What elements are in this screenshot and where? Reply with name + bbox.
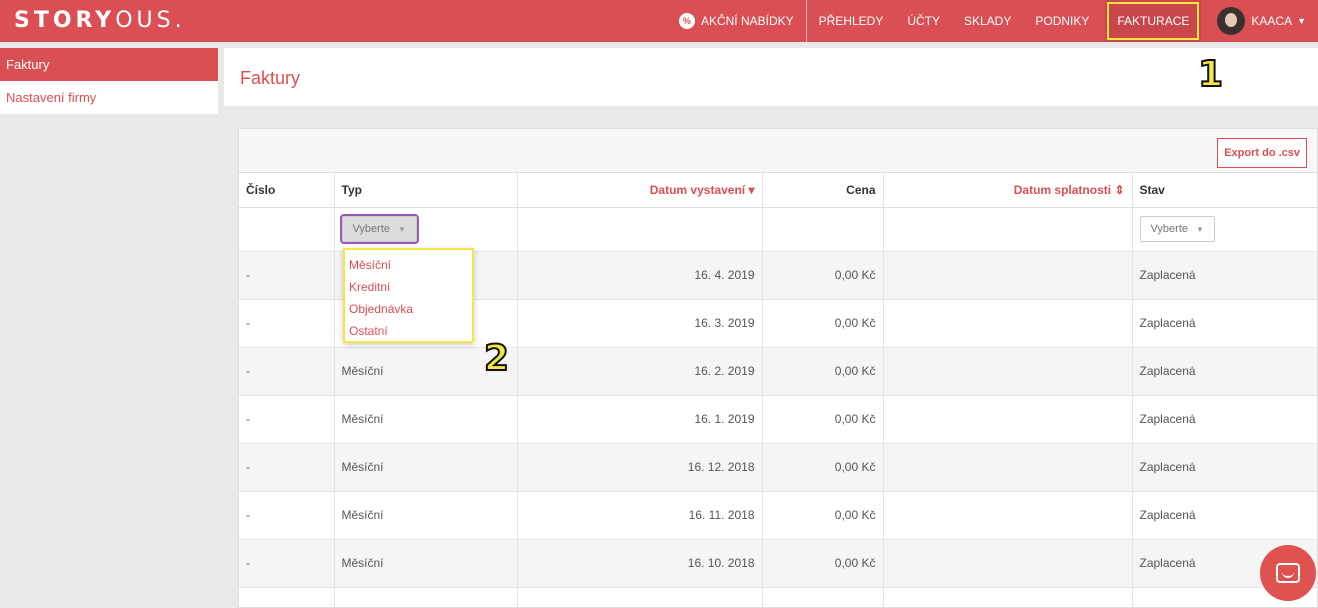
cell-number: - — [239, 299, 335, 348]
cell-issue-date: 16. 4. 2019 — [517, 251, 763, 300]
nav-stores[interactable]: SKLADY — [952, 0, 1023, 42]
table-row[interactable]: - Měsíční 16. 11. 2018 0,00 Kč Zaplacená — [239, 491, 1317, 540]
top-navbar: STORYOUS. % AKČNÍ NABÍDKY PŘEHLEDY ÚČTY … — [0, 0, 1318, 42]
cell-price: 0,00 Kč — [762, 491, 884, 540]
cell-status: Zaplacená — [1132, 347, 1317, 396]
invoices-panel: Export do .csv Číslo Typ Datum vystavení… — [238, 128, 1318, 608]
type-filter-select[interactable]: Vyberte ▼ — [339, 214, 419, 244]
cell-due-date — [883, 491, 1133, 540]
chat-icon — [1276, 563, 1300, 583]
table-row[interactable] — [239, 587, 1317, 607]
table-row[interactable]: - Měsíční 16. 10. 2018 0,00 Kč Zaplacená — [239, 539, 1317, 588]
cell-number: - — [239, 347, 335, 396]
table-row[interactable]: - Měsíční 16. 1. 2019 0,00 Kč Zaplacená — [239, 395, 1317, 444]
cell-number — [239, 587, 335, 607]
cell-due-date — [883, 299, 1133, 348]
table-row[interactable]: - Měsíční 16. 2. 2019 0,00 Kč Zaplacená — [239, 347, 1317, 396]
cell-price: 0,00 Kč — [762, 443, 884, 492]
cell-status: Zaplacená — [1132, 299, 1317, 348]
cell-price: 0,00 Kč — [762, 539, 884, 588]
col-status[interactable]: Stav — [1132, 173, 1317, 208]
sort-desc-icon: ▾ — [748, 182, 755, 197]
dropdown-option-other[interactable]: Ostatní — [345, 320, 472, 342]
nav-overviews[interactable]: PŘEHLEDY — [807, 0, 896, 42]
annotation-marker-1: 1 — [1197, 53, 1224, 96]
avatar — [1217, 7, 1246, 35]
user-menu[interactable]: KAACA ▼ — [1205, 0, 1318, 42]
caret-down-icon: ▼ — [398, 224, 406, 234]
col-type[interactable]: Typ — [334, 173, 518, 208]
cell-type: Měsíční — [334, 443, 518, 492]
col-price[interactable]: Cena — [762, 173, 884, 208]
cell-price — [762, 587, 884, 607]
col-issue-date[interactable]: Datum vystavení ▾ — [517, 173, 763, 208]
nav-offers[interactable]: % AKČNÍ NABÍDKY — [667, 0, 807, 42]
cell-status: Zaplacená — [1132, 395, 1317, 444]
sidebar-item-company-settings[interactable]: Nastavení firmy — [0, 81, 218, 114]
type-filter-dropdown: Měsíční Kreditní Objednávka Ostatní — [343, 248, 474, 343]
invoices-table: Číslo Typ Datum vystavení ▾ Cena Datum s… — [239, 173, 1317, 607]
cell-price: 0,00 Kč — [762, 299, 884, 348]
cell-due-date — [883, 539, 1133, 588]
table-row[interactable]: - Měsíční 16. 12. 2018 0,00 Kč Zaplacená — [239, 443, 1317, 492]
cell-status: Zaplacená — [1132, 491, 1317, 540]
cell-number: - — [239, 539, 335, 588]
caret-down-icon: ▼ — [1297, 16, 1306, 26]
col-number[interactable]: Číslo — [239, 173, 335, 208]
cell-price: 0,00 Kč — [762, 395, 884, 444]
cell-issue-date: 16. 2. 2019 — [517, 347, 763, 396]
caret-down-icon: ▼ — [1196, 224, 1204, 234]
cell-number: - — [239, 491, 335, 540]
page-title: Faktury — [240, 68, 301, 88]
cell-issue-date: 16. 3. 2019 — [517, 299, 763, 348]
annotation-marker-2: 2 — [483, 337, 510, 380]
cell-number: - — [239, 251, 335, 300]
panel-toolbar: Export do .csv — [239, 129, 1317, 173]
nav-billing[interactable]: FAKTURACE — [1105, 0, 1202, 42]
storyous-logo[interactable]: STORYOUS. — [14, 8, 186, 33]
cell-type: Měsíční — [334, 395, 518, 444]
dropdown-option-credit[interactable]: Kreditní — [345, 276, 472, 298]
cell-status: Zaplacená — [1132, 251, 1317, 300]
cell-due-date — [883, 251, 1133, 300]
cell-issue-date: 16. 1. 2019 — [517, 395, 763, 444]
cell-number: - — [239, 443, 335, 492]
filter-row: Vyberte ▼ Vyberte ▼ — [239, 207, 1317, 252]
cell-price: 0,00 Kč — [762, 251, 884, 300]
dropdown-option-monthly[interactable]: Měsíční — [345, 254, 472, 276]
cell-due-date — [883, 395, 1133, 444]
cell-price: 0,00 Kč — [762, 347, 884, 396]
nav-accounts[interactable]: ÚČTY — [895, 0, 952, 42]
page-header: Faktury — [224, 48, 1318, 106]
cell-issue-date — [517, 587, 763, 607]
sidebar-item-invoices[interactable]: Faktury — [0, 48, 218, 81]
nav-businesses[interactable]: PODNIKY — [1023, 0, 1101, 42]
cell-issue-date: 16. 12. 2018 — [517, 443, 763, 492]
col-due-date[interactable]: Datum splatnosti ⇕ — [883, 173, 1133, 208]
chat-button[interactable] — [1260, 545, 1316, 601]
status-filter-select[interactable]: Vyberte ▼ — [1139, 216, 1215, 242]
cell-issue-date: 16. 11. 2018 — [517, 491, 763, 540]
cell-due-date — [883, 347, 1133, 396]
percent-icon: % — [678, 13, 695, 29]
cell-due-date — [883, 443, 1133, 492]
cell-type: Měsíční — [334, 539, 518, 588]
cell-status: Zaplacená — [1132, 443, 1317, 492]
table-header-row: Číslo Typ Datum vystavení ▾ Cena Datum s… — [239, 173, 1317, 208]
cell-type: Měsíční — [334, 491, 518, 540]
cell-issue-date: 16. 10. 2018 — [517, 539, 763, 588]
main-nav: % AKČNÍ NABÍDKY PŘEHLEDY ÚČTY SKLADY POD… — [667, 0, 1318, 42]
sidebar: Faktury Nastavení firmy — [0, 48, 218, 114]
sort-icon: ⇕ — [1114, 182, 1125, 197]
export-csv-button[interactable]: Export do .csv — [1217, 138, 1307, 168]
cell-type — [334, 587, 518, 607]
cell-number: - — [239, 395, 335, 444]
cell-due-date — [883, 587, 1133, 607]
dropdown-option-order[interactable]: Objednávka — [345, 298, 472, 320]
